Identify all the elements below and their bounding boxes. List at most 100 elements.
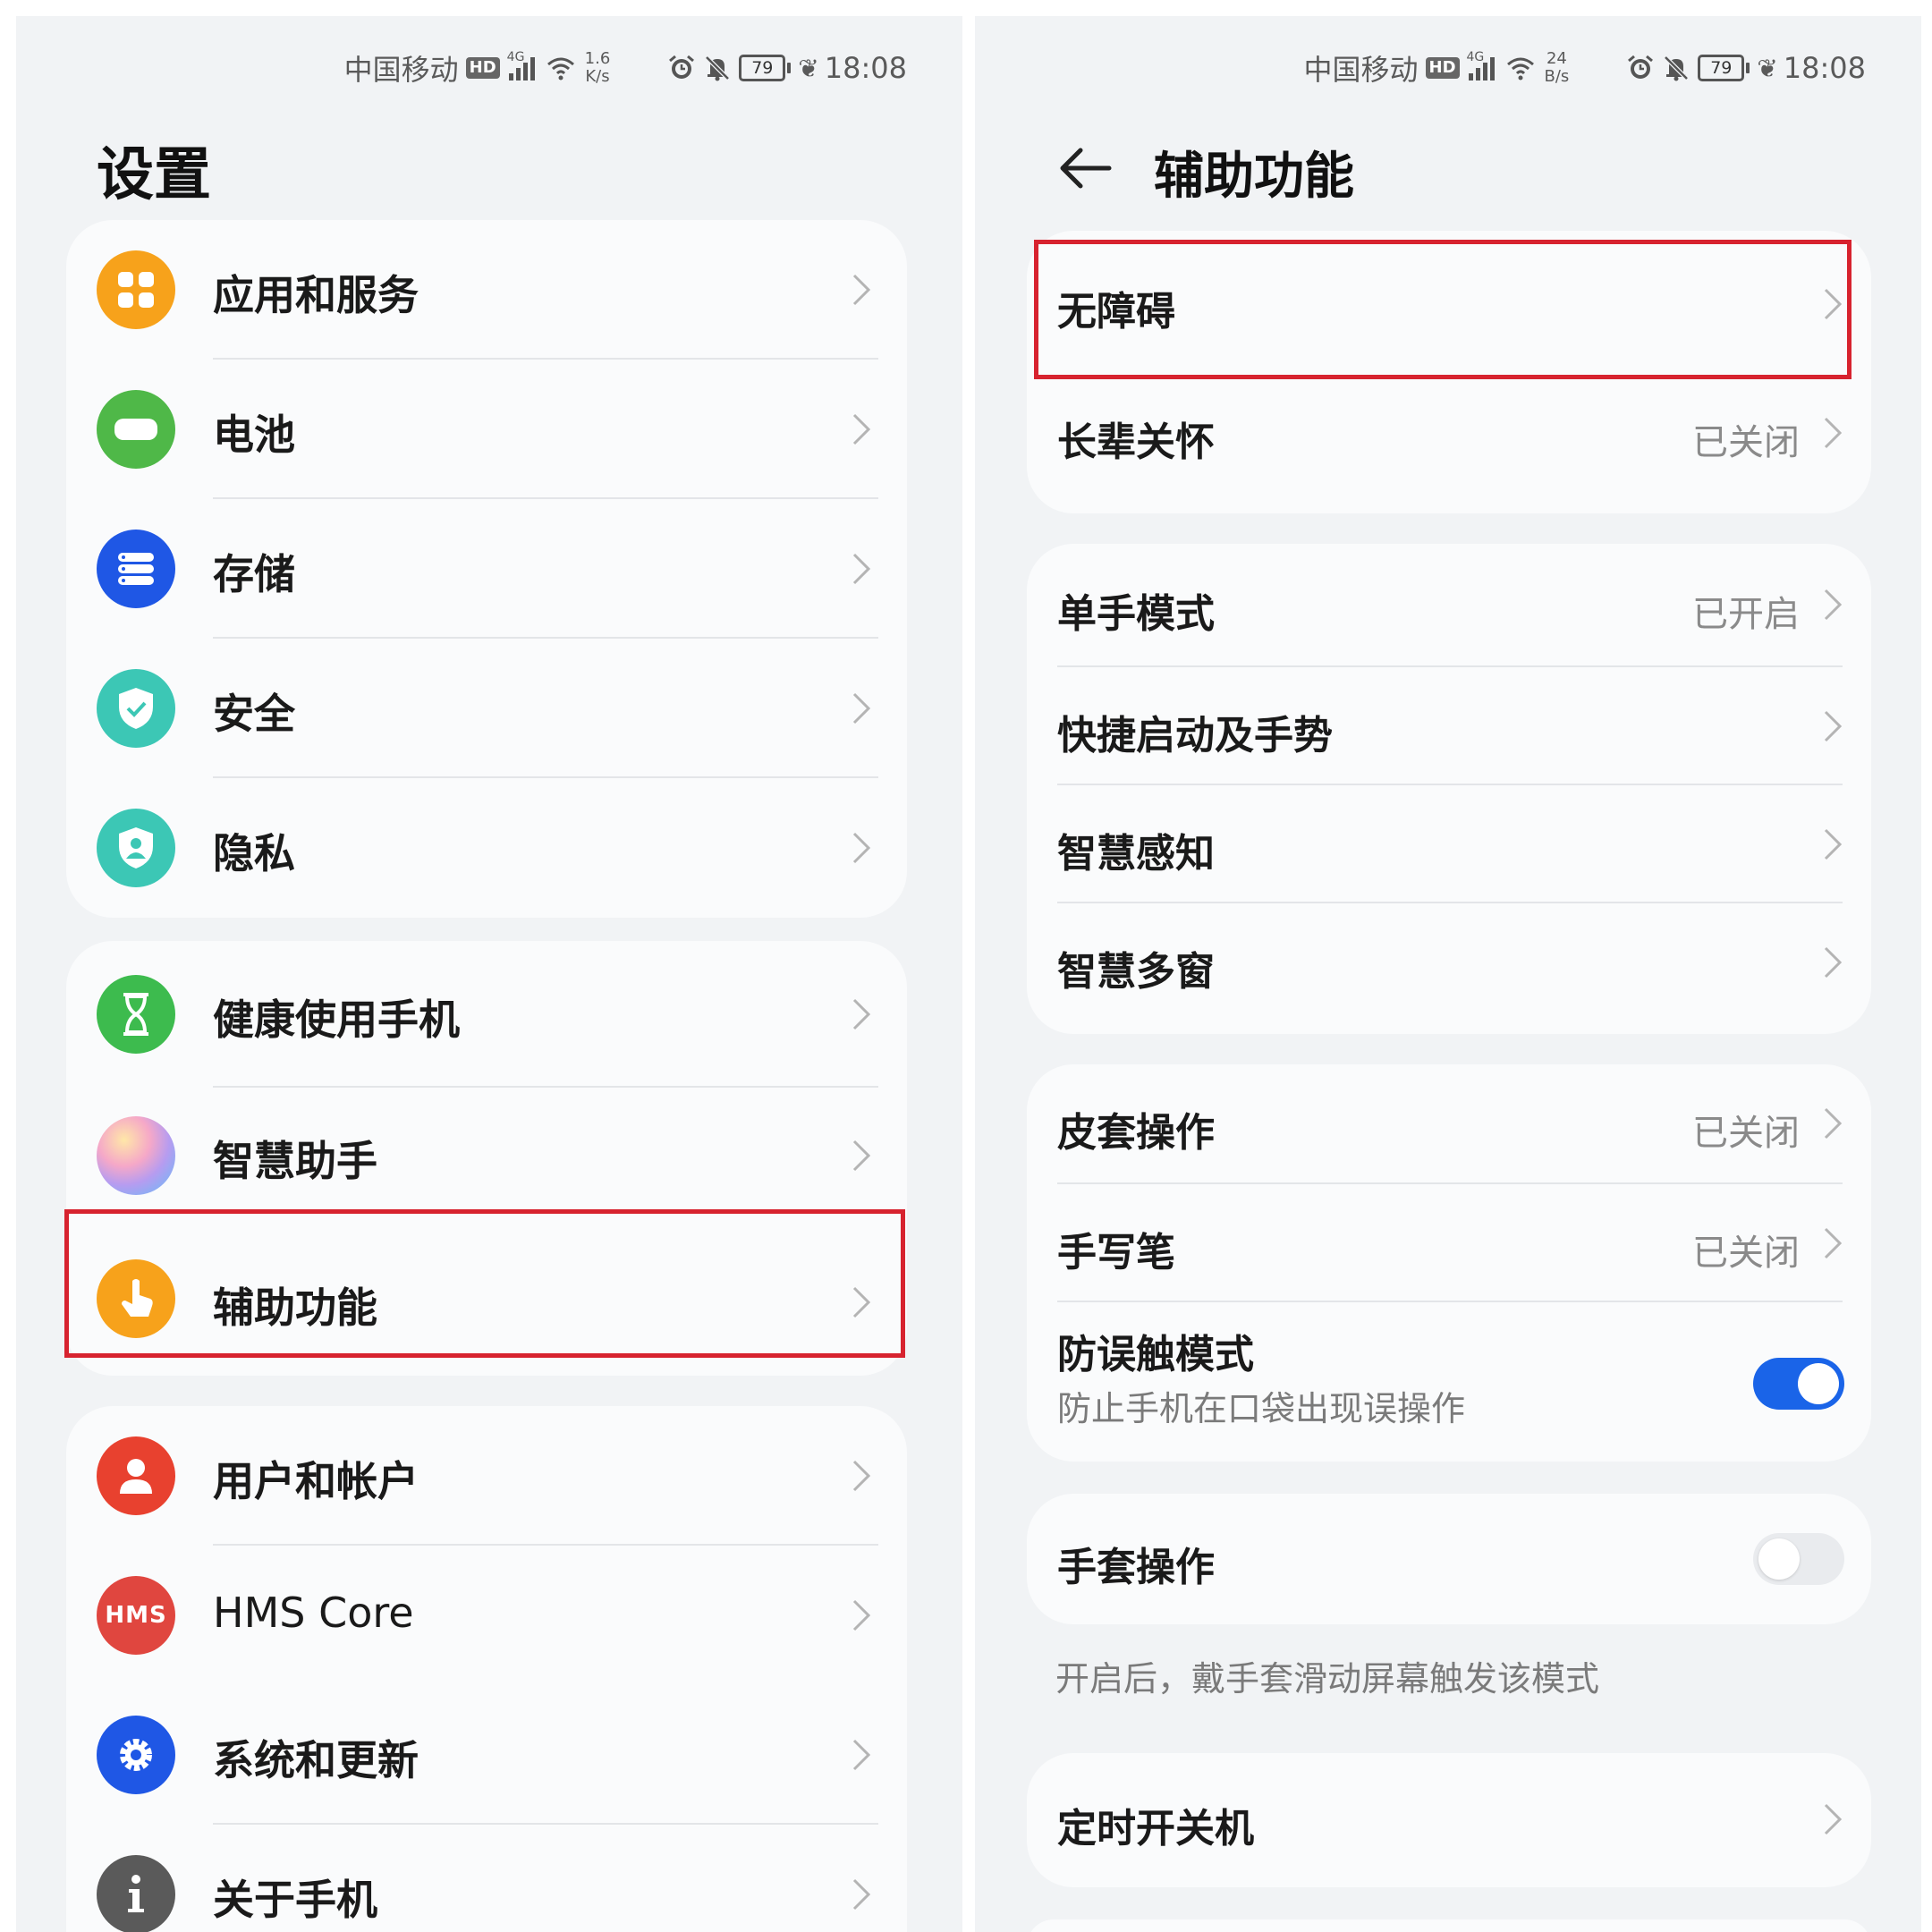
settings-item-label: 防误触模式 bbox=[1057, 1332, 1254, 1377]
battery-icon bbox=[97, 390, 175, 469]
settings-item-label: 长辈关怀 bbox=[1057, 419, 1215, 465]
chevron-right-icon bbox=[852, 274, 871, 306]
status-value: 已关闭 bbox=[1692, 422, 1800, 463]
chevron-right-icon bbox=[1824, 1227, 1843, 1259]
settings-item-system-update[interactable]: 系统和更新 bbox=[66, 1685, 907, 1825]
settings-item-glove-mode: 手套操作 bbox=[1027, 1494, 1871, 1624]
settings-item-label: 皮套操作 bbox=[1057, 1110, 1215, 1156]
settings-item-label: 智慧助手 bbox=[213, 1137, 377, 1185]
storage-icon bbox=[97, 530, 175, 608]
hms-icon: HMS bbox=[97, 1576, 175, 1655]
chevron-right-icon bbox=[1824, 417, 1843, 449]
accessibility-group-6 bbox=[1027, 1919, 1871, 1932]
signal-icon: 4G bbox=[507, 50, 535, 80]
accidental-touch-toggle[interactable] bbox=[1753, 1358, 1844, 1410]
chevron-right-icon bbox=[852, 553, 871, 585]
battery-indicator: 79 bbox=[739, 55, 792, 81]
glove-mode-toggle[interactable] bbox=[1753, 1533, 1844, 1585]
settings-item-description: 防止手机在口袋出现误操作 bbox=[1057, 1389, 1466, 1428]
hourglass-icon bbox=[97, 975, 175, 1054]
settings-item-label: 关于手机 bbox=[213, 1876, 377, 1924]
settings-item-shortcuts-gestures[interactable]: 快捷启动及手势 bbox=[1027, 667, 1871, 785]
settings-item-label: 安全 bbox=[213, 690, 295, 738]
signal-icon: 4G bbox=[1467, 50, 1495, 80]
chevron-right-icon bbox=[852, 692, 871, 724]
settings-item-label: HMS Core bbox=[213, 1589, 414, 1637]
chevron-right-icon bbox=[1824, 589, 1843, 621]
status-bar: 中国移动 HD 4G 1.6 K/s 79 ❦ 18:08 bbox=[344, 43, 907, 93]
settings-item-about-phone[interactable]: 关于手机 bbox=[66, 1825, 907, 1932]
privacy-shield-icon bbox=[97, 809, 175, 887]
settings-item-label: 应用和服务 bbox=[213, 271, 419, 319]
alarm-icon bbox=[669, 55, 695, 79]
settings-group-1: 应用和服务 电池 存储 安全 隐私 bbox=[66, 220, 907, 918]
settings-screen: 中国移动 HD 4G 1.6 K/s 79 ❦ 18:08 设置 应用和服务 电池 bbox=[16, 16, 962, 1932]
chevron-right-icon bbox=[852, 1599, 871, 1631]
settings-item-scheduled-power[interactable]: 定时开关机 bbox=[1027, 1753, 1871, 1887]
settings-item-storage[interactable]: 存储 bbox=[66, 499, 907, 639]
settings-item-privacy[interactable]: 隐私 bbox=[66, 778, 907, 918]
assistant-orb-icon bbox=[97, 1116, 175, 1195]
settings-item-digital-balance[interactable]: 健康使用手机 bbox=[66, 941, 907, 1088]
settings-item-elder-care[interactable]: 长辈关怀 已关闭 bbox=[1027, 374, 1871, 499]
carrier-name: 中国移动 bbox=[1303, 53, 1419, 87]
wifi-icon bbox=[1506, 57, 1534, 80]
chevron-right-icon bbox=[1824, 1107, 1843, 1140]
hd-badge: HD bbox=[465, 57, 500, 79]
status-value: 已关闭 bbox=[1692, 1113, 1800, 1154]
status-value: 已关闭 bbox=[1692, 1233, 1800, 1274]
accessibility-group-2: 单手模式 已开启 快捷启动及手势 智慧感知 智慧多窗 bbox=[1027, 544, 1871, 1034]
accessibility-group-3: 皮套操作 已关闭 手写笔 已关闭 防误触模式 防止手机在口袋出现误操作 bbox=[1027, 1064, 1871, 1462]
gear-icon bbox=[97, 1716, 175, 1794]
alarm-icon bbox=[1628, 55, 1654, 79]
accessibility-group-5: 定时开关机 bbox=[1027, 1753, 1871, 1887]
settings-item-label: 存储 bbox=[213, 550, 295, 598]
settings-item-one-hand-mode[interactable]: 单手模式 已开启 bbox=[1027, 544, 1871, 667]
settings-item-label: 单手模式 bbox=[1057, 591, 1215, 637]
settings-group-3: 用户和帐户 HMS HMS Core 系统和更新 关于手机 bbox=[66, 1406, 907, 1932]
settings-item-label: 智慧感知 bbox=[1057, 831, 1215, 877]
chevron-right-icon bbox=[1824, 710, 1843, 742]
settings-item-label: 健康使用手机 bbox=[213, 996, 460, 1044]
user-icon bbox=[97, 1436, 175, 1515]
settings-item-assistant[interactable]: 智慧助手 bbox=[66, 1088, 907, 1225]
settings-item-label: 手写笔 bbox=[1057, 1230, 1175, 1275]
page-title: 设置 bbox=[97, 142, 211, 208]
leaf-icon: ❦ bbox=[1757, 53, 1778, 83]
mute-bell-icon bbox=[1664, 55, 1690, 81]
settings-item-smart-sensing[interactable]: 智慧感知 bbox=[1027, 785, 1871, 903]
settings-item-multi-window[interactable]: 智慧多窗 bbox=[1027, 903, 1871, 1029]
settings-item-label: 用户和帐户 bbox=[213, 1457, 419, 1505]
settings-item-hms-core[interactable]: HMS HMS Core bbox=[66, 1546, 907, 1685]
accessibility-group-4: 手套操作 bbox=[1027, 1494, 1871, 1624]
chevron-right-icon bbox=[1824, 828, 1843, 860]
chevron-right-icon bbox=[852, 413, 871, 445]
chevron-right-icon bbox=[852, 998, 871, 1030]
chevron-right-icon bbox=[852, 1739, 871, 1771]
settings-item-label: 智慧多窗 bbox=[1057, 949, 1215, 995]
settings-item-battery[interactable]: 电池 bbox=[66, 360, 907, 499]
settings-item-label: 手套操作 bbox=[1057, 1545, 1215, 1590]
chevron-right-icon bbox=[1824, 946, 1843, 979]
hd-badge: HD bbox=[1425, 57, 1460, 79]
chevron-right-icon bbox=[852, 1140, 871, 1172]
settings-item-security[interactable]: 安全 bbox=[66, 639, 907, 778]
chevron-right-icon bbox=[852, 1460, 871, 1492]
mute-bell-icon bbox=[705, 55, 731, 81]
highlight-accessibility-item bbox=[64, 1209, 905, 1358]
settings-item-label: 电池 bbox=[213, 411, 295, 459]
shield-check-icon bbox=[97, 669, 175, 748]
settings-item-stylus[interactable]: 手写笔 已关闭 bbox=[1027, 1184, 1871, 1302]
clock: 18:08 bbox=[1783, 51, 1866, 85]
clock: 18:08 bbox=[824, 51, 907, 85]
status-value: 已开启 bbox=[1692, 594, 1800, 635]
back-arrow-icon[interactable] bbox=[1057, 140, 1114, 197]
apps-grid-icon bbox=[97, 250, 175, 329]
settings-item-cover-operation[interactable]: 皮套操作 已关闭 bbox=[1027, 1064, 1871, 1184]
settings-item-label: 系统和更新 bbox=[213, 1736, 419, 1784]
network-speed: 24 B/s bbox=[1544, 49, 1570, 86]
settings-item-apps[interactable]: 应用和服务 bbox=[66, 220, 907, 360]
settings-item-accounts[interactable]: 用户和帐户 bbox=[66, 1406, 907, 1546]
wifi-icon bbox=[547, 57, 574, 80]
battery-indicator: 79 bbox=[1698, 55, 1750, 81]
